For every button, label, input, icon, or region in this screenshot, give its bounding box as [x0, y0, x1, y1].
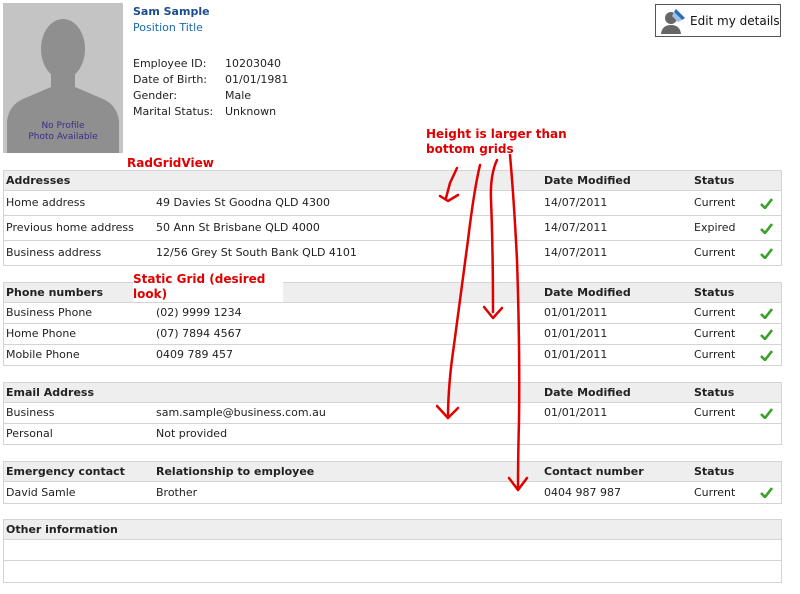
- field-value: 01/01/1981: [225, 73, 289, 86]
- column-header-status[interactable]: Status: [694, 171, 734, 190]
- table-row: Personal Not provided: [4, 424, 781, 444]
- table-row: Business sam.sample@business.com.au 01/0…: [4, 403, 781, 424]
- column-header-status: Status: [694, 386, 735, 399]
- phone-value: 0409 789 457: [156, 348, 233, 361]
- date-modified: 14/07/2011: [544, 221, 608, 234]
- address-value: 49 Davies St Goodna QLD 4300: [156, 196, 330, 209]
- column-header: Emergency contact: [6, 465, 125, 478]
- status: Current: [694, 348, 736, 361]
- email-type: Business: [6, 406, 55, 419]
- phone-numbers-grid: Phone numbers Date Modified Status Busin…: [3, 282, 782, 366]
- employee-name: Sam Sample: [133, 5, 210, 18]
- field-label: Date of Birth:: [133, 73, 208, 86]
- table-row: Business Phone (02) 9999 1234 01/01/2011…: [4, 303, 781, 324]
- address-value: 50 Ann St Brisbane QLD 4000: [156, 221, 320, 234]
- empty-row: [4, 540, 781, 561]
- phone-numbers-grid-header: Phone numbers Date Modified Status: [4, 283, 781, 303]
- date-modified: 14/07/2011: [544, 246, 608, 259]
- contact-name: David Samle: [6, 486, 76, 499]
- field-label: Marital Status:: [133, 105, 214, 118]
- table-row: Home Phone (07) 7894 4567 01/01/2011 Cur…: [4, 324, 781, 345]
- status: Current: [694, 486, 736, 499]
- other-info-grid-header: Other information: [4, 520, 781, 540]
- checkmark-icon: [760, 482, 774, 503]
- phone-type: Home Phone: [6, 327, 77, 340]
- phone-value: (07) 7894 4567: [156, 327, 242, 340]
- table-row[interactable]: Previous home address 50 Ann St Brisbane…: [4, 216, 781, 241]
- column-header-status: Status: [694, 286, 735, 299]
- checkmark-icon: [760, 303, 774, 323]
- address-type: Home address: [6, 196, 86, 209]
- contact-number: 0404 987 987: [544, 486, 621, 499]
- checkmark-icon: [760, 324, 774, 344]
- checkmark-icon: [760, 191, 774, 215]
- addresses-grid: Addresses Date Modified Status Home addr…: [3, 170, 782, 266]
- field-label: Employee ID:: [133, 57, 207, 70]
- email-address-grid: Email Address Date Modified Status Busin…: [3, 382, 782, 445]
- other-information-grid: Other information: [3, 519, 782, 583]
- emergency-contact-grid: Emergency contact Relationship to employ…: [3, 461, 782, 504]
- email-grid-header: Email Address Date Modified Status: [4, 383, 781, 403]
- email-value: sam.sample@business.com.au: [156, 406, 326, 419]
- date-modified: 01/01/2011: [544, 348, 608, 361]
- column-header-date-modified: Date Modified: [544, 286, 631, 299]
- edit-my-details-button[interactable]: Edit my details: [655, 4, 781, 37]
- annotation-static-grid: Static Grid (desired look): [133, 272, 283, 302]
- checkmark-icon: [760, 216, 774, 240]
- gender-row: Gender: Male: [133, 88, 251, 104]
- status: Current: [694, 327, 736, 340]
- field-value: Male: [225, 89, 252, 102]
- date-modified: 01/01/2011: [544, 406, 608, 419]
- relationship: Brother: [156, 486, 198, 499]
- status: Current: [694, 306, 736, 319]
- marital-status-row: Marital Status: Unknown: [133, 104, 276, 120]
- column-header: Phone numbers: [6, 286, 104, 299]
- emergency-grid-header: Emergency contact Relationship to employ…: [4, 462, 781, 482]
- column-header: Email Address: [6, 386, 95, 399]
- status: Expired: [694, 221, 736, 234]
- annotation-height-note: Height is larger than bottom grids: [426, 127, 567, 156]
- field-value: 10203040: [225, 57, 281, 70]
- checkmark-icon: [760, 345, 774, 365]
- email-type: Personal: [6, 427, 53, 440]
- status: Current: [694, 196, 736, 209]
- field-value: Unknown: [225, 105, 277, 118]
- edit-my-details-label: Edit my details: [690, 13, 780, 28]
- table-row: David Samle Brother 0404 987 987 Current: [4, 482, 781, 503]
- date-modified: 01/01/2011: [544, 306, 608, 319]
- address-value: 12/56 Grey St South Bank QLD 4101: [156, 246, 357, 259]
- status: Current: [694, 246, 736, 259]
- empty-row: [4, 561, 781, 582]
- email-value: Not provided: [156, 427, 228, 440]
- column-header[interactable]: Addresses: [6, 171, 70, 190]
- address-type: Business address: [6, 246, 102, 259]
- status: Current: [694, 406, 736, 419]
- checkmark-icon: [760, 241, 774, 265]
- address-type: Previous home address: [6, 221, 134, 234]
- addresses-grid-header: Addresses Date Modified Status: [4, 171, 781, 191]
- profile-photo-placeholder: No Profile Photo Available: [3, 3, 123, 153]
- table-row: Mobile Phone 0409 789 457 01/01/2011 Cur…: [4, 345, 781, 365]
- table-row[interactable]: Business address 12/56 Grey St South Ban…: [4, 241, 781, 265]
- field-label: Gender:: [133, 89, 178, 102]
- column-header-date-modified: Date Modified: [544, 386, 631, 399]
- employee-id-row: Employee ID: 10203040: [133, 56, 281, 72]
- table-row[interactable]: Home address 49 Davies St Goodna QLD 430…: [4, 191, 781, 216]
- person-edit-icon: [661, 8, 685, 34]
- column-header-date-modified[interactable]: Date Modified: [544, 171, 631, 190]
- column-header-contact-number: Contact number: [544, 465, 644, 478]
- no-profile-photo-label: No Profile Photo Available: [28, 121, 98, 142]
- column-header-relationship: Relationship to employee: [156, 465, 315, 478]
- phone-type: Business Phone: [6, 306, 93, 319]
- date-modified: 14/07/2011: [544, 196, 608, 209]
- column-header: Other information: [6, 523, 118, 536]
- date-modified: 01/01/2011: [544, 327, 608, 340]
- column-header-status: Status: [694, 465, 735, 478]
- checkmark-icon: [760, 403, 774, 423]
- position-title: Position Title: [133, 21, 203, 34]
- phone-type: Mobile Phone: [6, 348, 80, 361]
- date-of-birth-row: Date of Birth: 01/01/1981: [133, 72, 288, 88]
- phone-value: (02) 9999 1234: [156, 306, 242, 319]
